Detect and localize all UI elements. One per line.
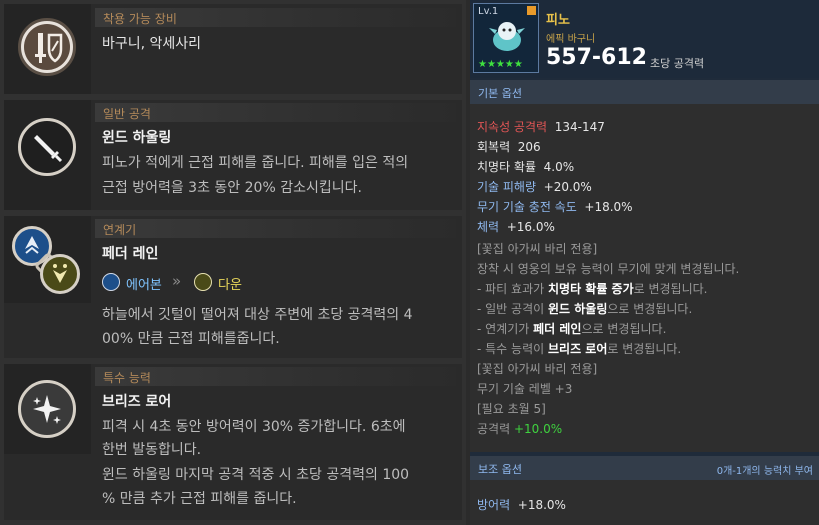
equip-icon-box [4,4,91,94]
equipped-badge-icon [527,6,536,15]
sub-stat-defense: 방어력 +18.0% [477,498,566,512]
down-icon [40,254,80,294]
chain-section: 연계기 페더 레인 에어본 » 다운 하늘에서 깃털이 떨어져 대상 주변에 초… [4,216,462,358]
basic-attack-section: 일반 공격 윈드 하울링 피노가 적에게 근접 피해를 줍니다. 피해를 입은 … [4,100,462,210]
stat-row-weapon-skill-charge: 무기 기술 충전 속도 +18.0% [477,200,633,214]
item-portrait: Lv.1 ★★★★★ [473,3,539,73]
sword-icon [18,118,76,176]
sword-shield-icon [18,18,76,76]
item-grade: 에픽 바구니 [546,34,596,45]
chain-from: 에어본 [126,278,162,293]
equip-text: 바구니, 악세사리 [102,36,202,52]
note-required-transcend: [필요 초월 5] [477,402,546,416]
basic-attack-desc-1: 피노가 적에게 근접 피해를 줍니다. 피해를 입은 적의 [102,155,409,171]
base-options-header: 기본 옵션 [470,80,819,104]
note-exclusive-1: [꽃집 아가씨 바리 전용] [477,242,598,256]
note-attack-bonus: 공격력 +10.0% [477,422,563,436]
base-options-panel: 기본 옵션 지속성 공격력 134-147 회복력 206 치명타 확률 4.0… [470,80,819,452]
down-small-icon [194,273,212,291]
special-desc-1: 피격 시 4초 동안 방어력이 30% 증가합니다. 6초에 [102,419,406,435]
basic-attack-header: 일반 공격 [95,103,456,122]
basic-attack-name: 윈드 하울링 [102,130,172,146]
airborne-small-icon [102,273,120,291]
item-level: Lv.1 [478,6,499,17]
chain-desc-2: 00% 만큼 근접 피해를줍니다. [102,331,280,347]
chain-desc-1: 하늘에서 깃털이 떨어져 대상 주변에 초당 공격력의 4 [102,307,413,323]
chain-header: 연계기 [95,219,456,238]
note-line-6: - 특수 능력이 브리즈 로어로 변경됩니다. [477,342,682,356]
equip-section: 착용 가능 장비 바구니, 악세사리 [4,4,462,94]
special-desc-4: % 만큼 추가 근접 피해를 줍니다. [102,491,297,507]
skill-panel: 착용 가능 장비 바구니, 악세사리 일반 공격 윈드 하울링 피노가 적에게 … [0,0,466,525]
stat-row-skill-damage: 기술 피해량 +20.0% [477,180,592,194]
stat-row-crit: 치명타 확률 4.0% [477,160,575,174]
character-icon [489,22,525,51]
item-header: Lv.1 ★★★★★ 피노 에픽 바구니 557-612 초당 공격력 [470,0,819,78]
special-name: 브리즈 로어 [102,394,172,410]
sub-options-panel: 보조 옵션 0개-1개의 능력치 부여 방어력 +18.0% [470,456,819,525]
equip-header: 착용 가능 장비 [95,8,456,27]
sub-options-header: 보조 옵션 0개-1개의 능력치 부여 [470,456,819,480]
note-line-5: - 연계기가 페더 레인으로 변경됩니다. [477,322,667,336]
note-line-2: 장착 시 영웅의 보유 능력이 무기에 맞게 변경됩니다. [477,262,740,276]
basic-attack-desc-2: 근접 방어력을 3초 동안 20% 감소시킵니다. [102,180,362,196]
note-exclusive-2: [꽃집 아가씨 바리 전용] [477,362,598,376]
special-section: 특수 능력 브리즈 로어 피격 시 4초 동안 방어력이 30% 증가합니다. … [4,364,462,520]
special-icon-box [4,364,91,454]
stat-row-hp: 체력 +16.0% [477,220,555,234]
item-damage: 557-612 [546,45,647,70]
stat-row-recovery: 회복력 206 [477,140,541,154]
sparkle-icon [18,380,76,438]
note-line-3: - 파티 효과가 치명타 확률 증가로 변경됩니다. [477,282,708,296]
item-stars: ★★★★★ [478,59,523,70]
chain-skill-name: 페더 레인 [102,246,159,262]
stat-row-sustained-attack: 지속성 공격력 134-147 [477,120,605,134]
item-damage-unit: 초당 공격력 [650,57,705,70]
special-desc-3: 윈드 하울링 마지막 공격 적중 시 초당 공격력의 100 [102,467,410,483]
item-tooltip: Lv.1 ★★★★★ 피노 에픽 바구니 557-612 초당 공격력 기본 옵… [470,0,819,525]
chain-icon-box [4,216,91,303]
sub-options-hint: 0개-1개의 능력치 부여 [716,466,813,477]
special-desc-2: 한번 발동합니다. [102,442,202,458]
note-weapon-skill-level: 무기 기술 레벨 +3 [477,382,573,396]
chain-to: 다운 [218,278,242,293]
chain-arrow: » [172,272,182,290]
basic-attack-icon-box [4,100,91,210]
note-line-4: - 일반 공격이 윈드 하울링으로 변경됩니다. [477,302,693,316]
special-header: 특수 능력 [95,367,456,386]
item-name: 피노 [546,13,570,28]
